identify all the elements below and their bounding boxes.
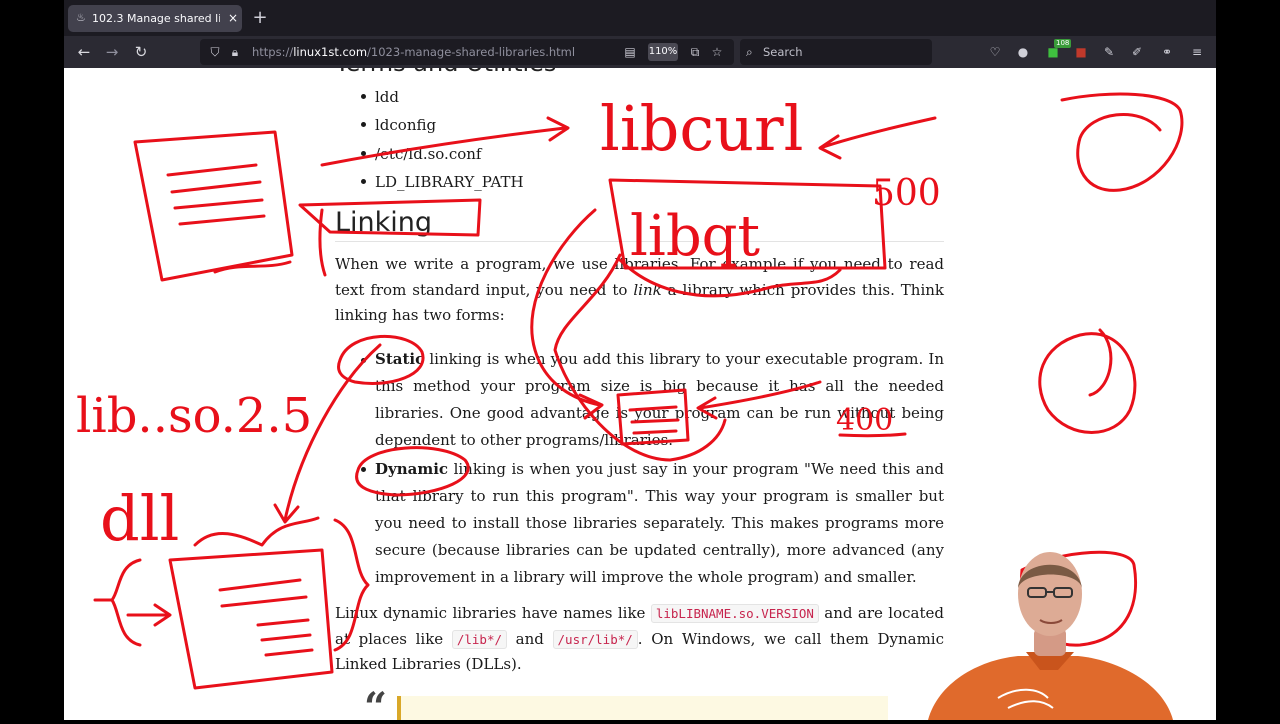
site-favicon-icon: ♨	[76, 11, 86, 24]
lock-icon[interactable]: 🔒︎	[228, 44, 242, 60]
zoom-level-button[interactable]: 110%	[648, 43, 678, 61]
url-text[interactable]: https://linux1st.com/1023-manage-shared-…	[252, 44, 612, 60]
reader-glasses-icon[interactable]: ⚭	[1158, 43, 1176, 61]
dyn-text-1: Linux dynamic libraries have names like	[335, 604, 651, 622]
url-prefix: https://	[252, 45, 294, 59]
tab-title: 102.3 Manage shared libraries -	[92, 12, 220, 25]
forward-button[interactable]: →	[102, 42, 122, 62]
pocket-icon[interactable]: ♡	[986, 43, 1004, 61]
account-avatar-icon[interactable]: ●	[1014, 43, 1032, 61]
tab-strip: ♨ 102.3 Manage shared libraries - × +	[64, 0, 1216, 36]
navigation-toolbar: ← → ↻ ⛉ 🔒︎ https://linux1st.com/1023-man…	[64, 36, 1216, 68]
url-bar[interactable]: ⛉ 🔒︎ https://linux1st.com/1023-manage-sh…	[200, 39, 734, 65]
back-button[interactable]: ←	[74, 42, 94, 62]
pen-icon[interactable]: ✎	[1100, 43, 1118, 61]
term-label: LD_LIBRARY_PATH	[375, 173, 524, 191]
extension-green-icon[interactable]: ■ 108	[1044, 39, 1072, 61]
bullet	[361, 467, 366, 472]
bullet	[361, 94, 366, 99]
linking-heading: Linking	[335, 207, 433, 238]
dynamic-description: linking is when you just say in your pro…	[375, 460, 944, 586]
hamburger-menu-icon[interactable]: ≡	[1188, 43, 1206, 61]
extension-red-icon[interactable]: ■	[1072, 43, 1090, 61]
dyn-text-3: and	[507, 629, 553, 648]
tab-close-icon[interactable]: ×	[226, 10, 240, 26]
heading-divider	[335, 241, 944, 242]
term-item: ldconfig	[361, 115, 635, 135]
intro-paragraph: When we write a program, we use librarie…	[335, 252, 944, 329]
term-item: LD_LIBRARY_PATH	[361, 172, 635, 192]
dynamic-linking-item: Dynamic linking is when you just say in …	[375, 456, 944, 591]
url-host: linux1st.com	[293, 45, 368, 59]
inline-code: /usr/lib*/	[552, 629, 638, 649]
bullet	[361, 179, 366, 184]
term-item: /etc/ld.so.conf	[361, 144, 635, 164]
term-label: ldconfig	[375, 116, 437, 134]
terms-heading: Terms and Utilities	[335, 68, 595, 76]
new-tab-button[interactable]: +	[252, 8, 268, 28]
static-description: linking is when you add this library to …	[375, 350, 944, 449]
reload-button[interactable]: ↻	[131, 42, 151, 62]
term-label: ldd	[375, 88, 400, 106]
static-linking-item: Static linking is when you add this libr…	[375, 346, 944, 454]
tab-active[interactable]: ♨ 102.3 Manage shared libraries - ×	[68, 5, 242, 32]
extension-puzzle-icon[interactable]: ⧉	[688, 44, 702, 60]
bullet	[361, 358, 366, 363]
term-item: ldd	[361, 87, 635, 107]
quote-icon: “	[364, 684, 388, 721]
static-term: Static	[375, 350, 425, 368]
webcam-overlay	[928, 548, 1178, 720]
bullet	[361, 122, 366, 127]
search-input[interactable]: Search	[763, 44, 883, 60]
inline-code: /lib*/	[451, 629, 507, 649]
presenter-video-icon	[928, 552, 1173, 720]
bullet	[361, 151, 366, 156]
search-box[interactable]: ⌕ Search	[740, 39, 932, 65]
extension-badge: 108	[1054, 39, 1072, 48]
dynamic-term: Dynamic	[375, 460, 449, 478]
dynamic-libraries-paragraph: Linux dynamic libraries have names like …	[335, 601, 944, 678]
reader-view-icon[interactable]: ▤	[623, 44, 637, 60]
term-label: /etc/ld.so.conf	[375, 145, 482, 163]
blockquote	[397, 696, 888, 720]
intro-emphasis: link	[633, 280, 662, 299]
url-path: /1023-manage-shared-libraries.html	[367, 45, 576, 59]
bookmark-star-icon[interactable]: ☆	[710, 44, 724, 60]
tracking-shield-icon[interactable]: ⛉	[208, 44, 222, 60]
brush-icon[interactable]: ✐	[1128, 43, 1146, 61]
inline-code: libLIBNAME.so.VERSION	[650, 604, 819, 623]
search-icon: ⌕	[746, 45, 753, 59]
